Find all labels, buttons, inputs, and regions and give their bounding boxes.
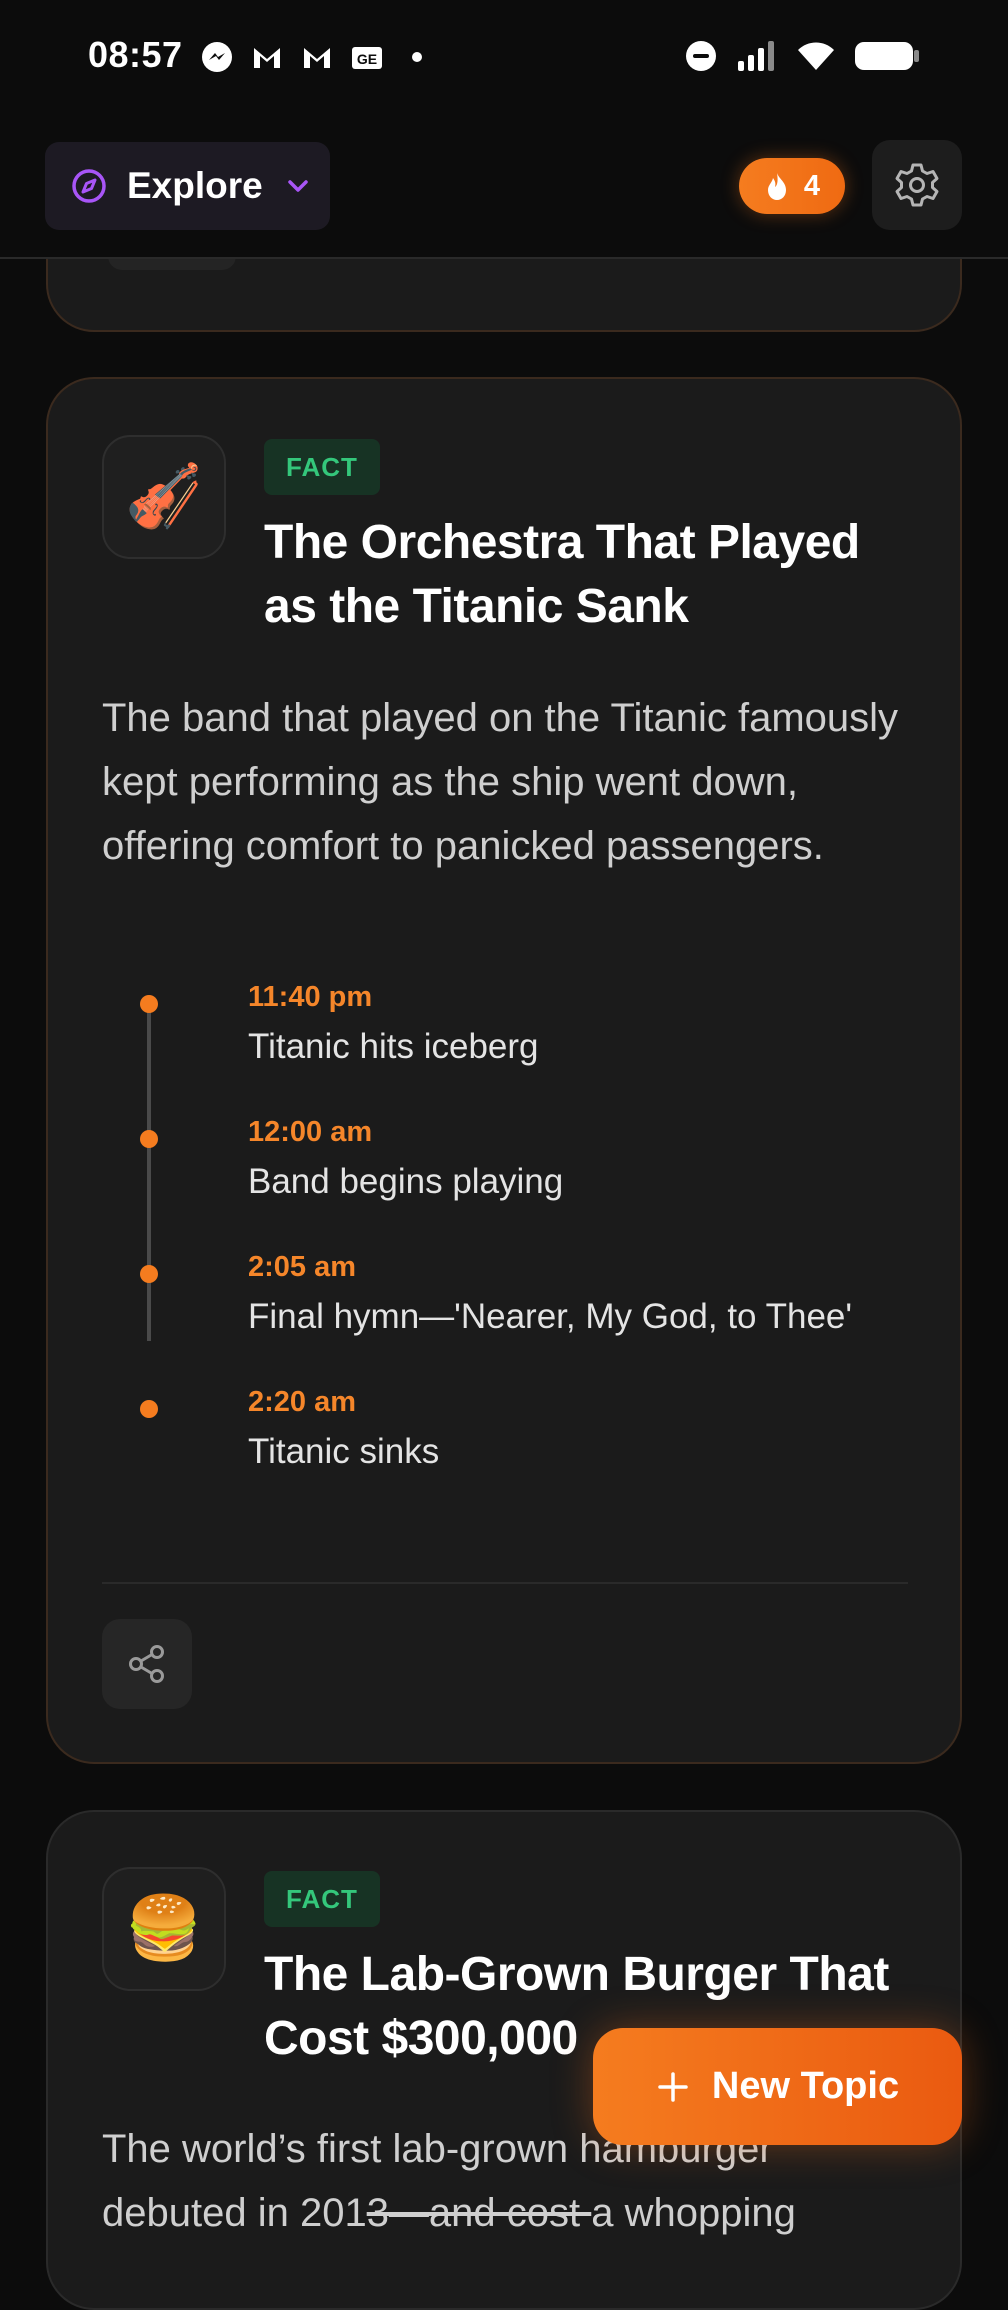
dot-icon bbox=[412, 52, 422, 62]
streak-badge[interactable]: 4 bbox=[739, 158, 845, 214]
timeline-event: Band begins playing bbox=[248, 1162, 564, 1201]
timeline-event: Titanic sinks bbox=[248, 1432, 440, 1471]
card-description-strikethrough: 3—and cost bbox=[366, 2191, 592, 2235]
settings-button[interactable] bbox=[872, 140, 962, 230]
card-description: The band that played on the Titanic famo… bbox=[102, 696, 899, 868]
card-description-line: a whopping bbox=[591, 2191, 796, 2235]
timeline-time: 2:05 am bbox=[248, 1251, 357, 1283]
topic-card[interactable]: 🎻 FACT The Orchestra That Played as the … bbox=[46, 377, 962, 1764]
violin-emoji-icon: 🎻 bbox=[102, 435, 226, 559]
timeline-item: 11:40 pm Titanic hits iceberg bbox=[102, 981, 922, 1111]
timeline-time: 12:00 am bbox=[248, 1116, 373, 1148]
flame-icon bbox=[767, 173, 786, 200]
explore-label: Explore bbox=[127, 165, 263, 206]
timeline-item: 2:05 am Final hymn—'Nearer, My God, to T… bbox=[102, 1251, 922, 1381]
timeline-dot bbox=[140, 1265, 158, 1283]
timeline-item: 2:20 am Titanic sinks bbox=[102, 1386, 922, 1516]
messenger-icon bbox=[202, 42, 232, 72]
timeline-event: Final hymn—'Nearer, My God, to Thee' bbox=[248, 1297, 853, 1336]
timeline-time: 11:40 pm bbox=[248, 981, 373, 1013]
system-icons bbox=[684, 38, 920, 74]
new-topic-button[interactable]: New Topic bbox=[593, 2028, 962, 2145]
gear-icon bbox=[895, 163, 939, 207]
fact-badge: FACT bbox=[264, 439, 380, 495]
new-topic-label: New Topic bbox=[711, 2065, 900, 2107]
battery-icon bbox=[855, 42, 919, 70]
burger-emoji-icon: 🍔 bbox=[102, 1867, 226, 1991]
gmail-icon bbox=[304, 48, 330, 68]
card-title: The Orchestra That Played as the Titanic… bbox=[264, 516, 860, 633]
explore-dropdown[interactable]: Explore bbox=[45, 142, 330, 230]
status-bar: 08:57 GE bbox=[0, 0, 1008, 116]
compass-icon bbox=[72, 169, 106, 203]
timeline-dot bbox=[140, 1130, 158, 1148]
status-time: 08:57 bbox=[88, 34, 183, 75]
app-header: Explore 4 bbox=[0, 116, 1008, 259]
timeline-dot bbox=[140, 1400, 158, 1418]
timeline: 11:40 pm Titanic hits iceberg 12:00 am B… bbox=[102, 981, 922, 1471]
wifi-icon bbox=[798, 42, 834, 70]
svg-text:GE: GE bbox=[357, 51, 377, 67]
notification-icons: GE bbox=[200, 40, 434, 74]
plus-icon bbox=[658, 2071, 688, 2102]
share-button[interactable] bbox=[102, 1619, 192, 1709]
timeline-item: 12:00 am Band begins playing bbox=[102, 1116, 922, 1246]
share-icon bbox=[129, 1645, 164, 1683]
timeline-time: 2:20 am bbox=[248, 1386, 357, 1418]
chevron-down-icon bbox=[287, 180, 308, 192]
signal-icon bbox=[738, 41, 774, 71]
card-description-line: debuted in 201 bbox=[102, 2191, 367, 2235]
streak-count: 4 bbox=[803, 169, 821, 202]
timeline-event: Titanic hits iceberg bbox=[248, 1027, 539, 1066]
timeline-dot bbox=[140, 995, 158, 1013]
dnd-icon bbox=[686, 41, 716, 71]
gmail-icon bbox=[254, 48, 280, 68]
card-divider bbox=[102, 1582, 908, 1584]
fact-badge: FACT bbox=[264, 1871, 380, 1927]
news-icon: GE bbox=[352, 47, 382, 69]
